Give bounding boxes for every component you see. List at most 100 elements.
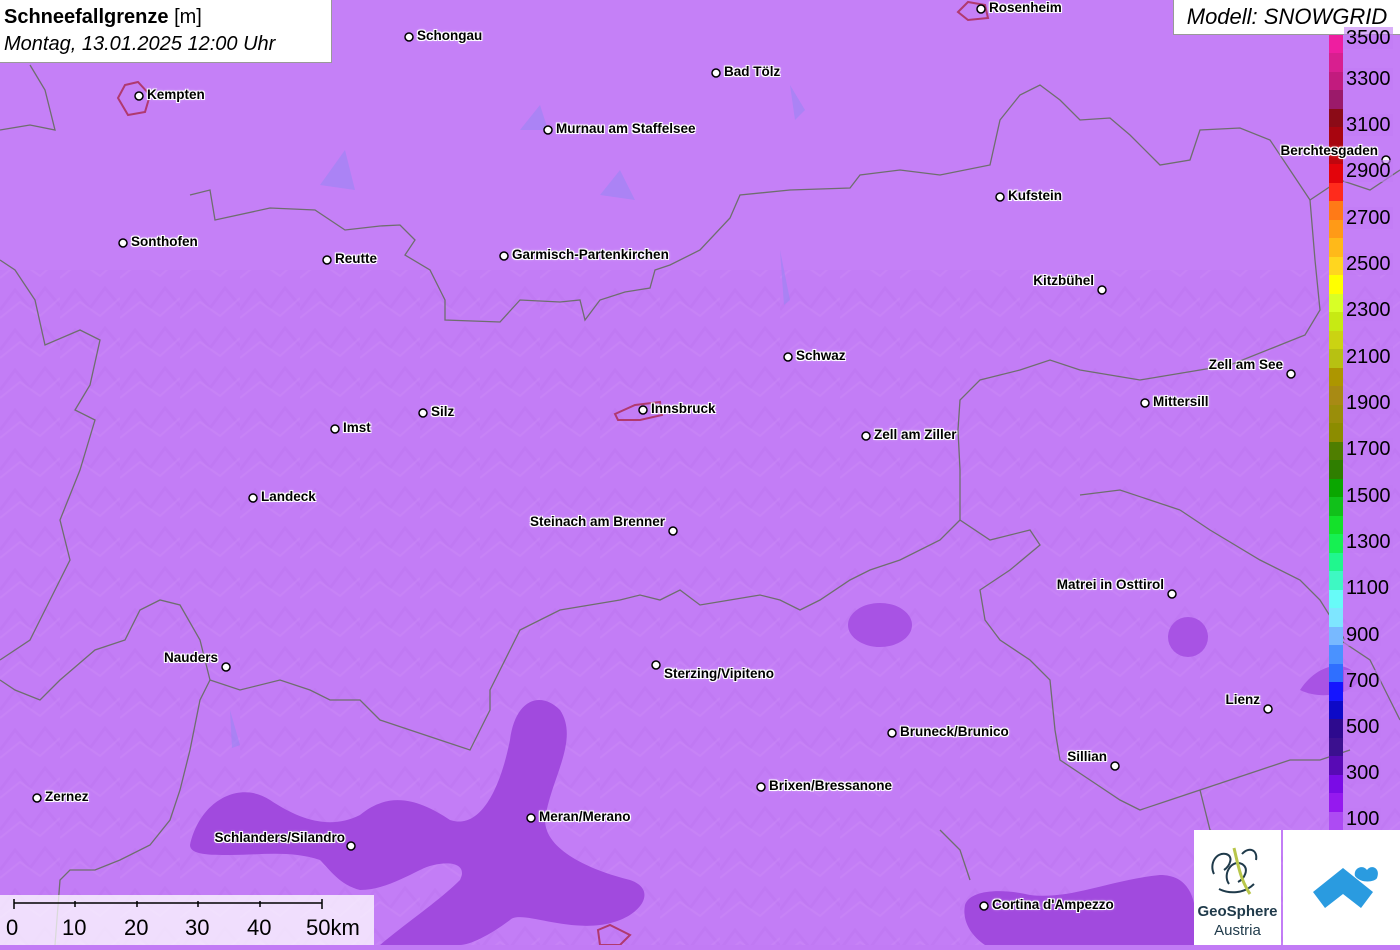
legend-label: 2900 bbox=[1344, 160, 1393, 182]
city-dot bbox=[1286, 369, 1296, 379]
city-label: Imst bbox=[343, 420, 371, 435]
legend-swatch bbox=[1329, 201, 1343, 221]
city-dot bbox=[711, 68, 721, 78]
city-dot bbox=[418, 408, 428, 418]
city-label: Schwaz bbox=[796, 348, 846, 363]
low-snowline-area-2 bbox=[1168, 617, 1208, 657]
city-label: Bad Tölz bbox=[724, 64, 781, 79]
city-dot bbox=[638, 405, 648, 415]
legend-swatch bbox=[1329, 719, 1343, 739]
city-label: Sterzing/Vipiteno bbox=[664, 666, 775, 681]
city-label: Zell am Ziller bbox=[874, 427, 957, 442]
title-unit: [m] bbox=[174, 6, 202, 28]
legend-swatch bbox=[1329, 90, 1343, 110]
city-dot bbox=[1097, 285, 1107, 295]
legend-swatch bbox=[1329, 182, 1343, 202]
city-label: Steinach am Brenner bbox=[529, 514, 665, 529]
city-label: Lienz bbox=[1225, 692, 1260, 707]
legend-swatch bbox=[1329, 811, 1343, 831]
city-label: Zell am See bbox=[1208, 357, 1283, 372]
legend-swatch bbox=[1329, 478, 1343, 498]
city-dot bbox=[995, 192, 1005, 202]
city-dot bbox=[1110, 761, 1120, 771]
scale-label: 40 bbox=[247, 915, 272, 940]
city-dot bbox=[248, 493, 258, 503]
city-dot bbox=[1140, 398, 1150, 408]
city-dot bbox=[861, 431, 871, 441]
map-title-box: Schneefallgrenze [m] Montag, 13.01.2025 … bbox=[0, 0, 332, 63]
legend-swatch bbox=[1329, 682, 1343, 702]
city-label: Kufstein bbox=[1008, 188, 1062, 203]
legend-swatch bbox=[1329, 330, 1343, 350]
cloud-arrow-icon bbox=[1313, 867, 1378, 908]
legend-label: 300 bbox=[1344, 762, 1382, 784]
geosphere-emblem-icon bbox=[1211, 847, 1258, 895]
legend-label: 1100 bbox=[1344, 577, 1392, 599]
legend-label: 500 bbox=[1344, 716, 1382, 738]
legend-swatch bbox=[1329, 756, 1343, 776]
legend-swatch bbox=[1329, 441, 1343, 461]
low-snowline-area-1 bbox=[848, 603, 912, 647]
city-dot bbox=[526, 813, 536, 823]
city-label: Kempten bbox=[147, 87, 205, 102]
city-dot bbox=[404, 32, 414, 42]
legend-swatch bbox=[1329, 460, 1343, 480]
legend-swatch bbox=[1329, 349, 1343, 369]
legend-swatch bbox=[1329, 219, 1343, 239]
legend-label: 1900 bbox=[1344, 392, 1393, 414]
city-label: Rosenheim bbox=[989, 0, 1062, 15]
city-label: Zernez bbox=[45, 789, 89, 804]
map-title: Schneefallgrenze [m] bbox=[4, 4, 327, 30]
scale-label: 30 bbox=[185, 915, 210, 940]
legend-label: 1500 bbox=[1344, 485, 1393, 507]
title-main: Schneefallgrenze bbox=[4, 6, 169, 28]
geosphere-logo[interactable]: GeoSphere Austria bbox=[1194, 830, 1281, 945]
city-label: Bruneck/Brunico bbox=[900, 724, 1009, 739]
legend-label: 2100 bbox=[1344, 346, 1393, 368]
legend-swatch bbox=[1329, 312, 1343, 332]
city-label: Silz bbox=[431, 404, 455, 419]
legend-swatch bbox=[1329, 238, 1343, 258]
city-label: Berchtesgaden bbox=[1280, 143, 1378, 158]
legend-swatch bbox=[1329, 515, 1343, 535]
city-label: Nauders bbox=[163, 650, 218, 665]
city-dot bbox=[118, 238, 128, 248]
city-dot bbox=[134, 91, 144, 101]
city-label: Schlanders/Silandro bbox=[214, 830, 345, 845]
legend-swatch bbox=[1329, 497, 1343, 517]
legend-swatch bbox=[1329, 608, 1343, 628]
city-dot bbox=[322, 255, 332, 265]
legend-label: 2500 bbox=[1344, 253, 1393, 275]
city-label: Matrei in Osttirol bbox=[1056, 577, 1164, 592]
legend-swatch bbox=[1329, 256, 1343, 276]
legend-swatch bbox=[1329, 275, 1343, 295]
legend-swatch bbox=[1329, 53, 1343, 73]
city-label: Schongau bbox=[417, 28, 483, 43]
legend-swatch bbox=[1329, 663, 1343, 683]
city-label: Reutte bbox=[335, 251, 378, 266]
legend-label: 3300 bbox=[1344, 68, 1393, 90]
city-label: Sillian bbox=[1067, 749, 1107, 764]
legend-swatch bbox=[1329, 164, 1343, 184]
logo-line2: Austria bbox=[1214, 922, 1261, 939]
snowgrid-logo[interactable] bbox=[1283, 830, 1400, 945]
legend-label: 100 bbox=[1344, 808, 1382, 830]
scale-label: 10 bbox=[62, 915, 87, 940]
city-dot bbox=[1167, 589, 1177, 599]
city-label: Garmisch-Partenkirchen bbox=[512, 247, 669, 262]
legend-swatch bbox=[1329, 645, 1343, 665]
city-label: Cortina d'Ampezzo bbox=[992, 897, 1114, 912]
city-dot bbox=[330, 424, 340, 434]
scale-label: 20 bbox=[124, 915, 149, 940]
legend-swatch bbox=[1329, 404, 1343, 424]
legend-swatch bbox=[1329, 571, 1343, 591]
city-label: Sonthofen bbox=[131, 234, 198, 249]
city-dot bbox=[979, 901, 989, 911]
city-label: Brixen/Bressanone bbox=[769, 778, 893, 793]
legend-label: 700 bbox=[1344, 670, 1382, 692]
legend-label: 900 bbox=[1344, 624, 1382, 646]
city-label: Innsbruck bbox=[651, 401, 716, 416]
legend-swatch bbox=[1329, 700, 1343, 720]
city-label: Landeck bbox=[261, 489, 316, 504]
legend-swatch bbox=[1329, 35, 1343, 54]
